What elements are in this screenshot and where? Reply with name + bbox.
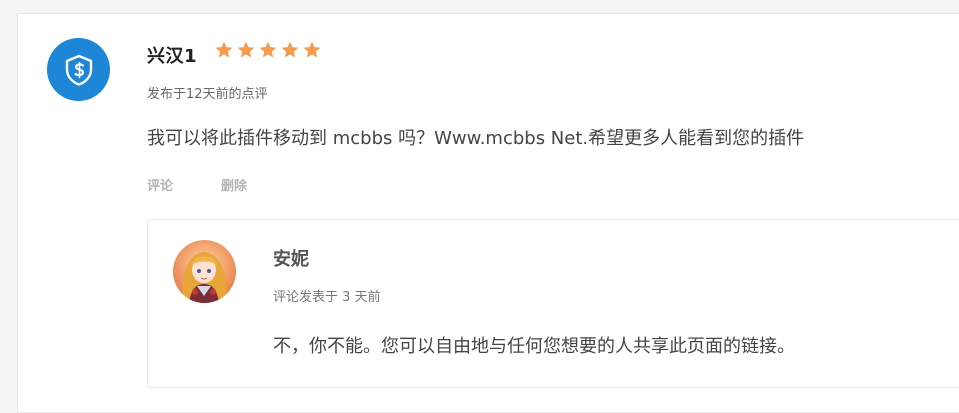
delete-button[interactable]: 删除: [221, 175, 247, 194]
review-author-name[interactable]: 兴汉1: [147, 42, 197, 68]
reply-text: 不，你不能。您可以自由地与任何您想要的人共享此页面的链接。: [273, 336, 795, 357]
reply-timestamp: 评论发表于 3 天前: [273, 290, 381, 305]
reply-author-name[interactable]: 安妮: [273, 245, 309, 271]
reply-avatar[interactable]: [173, 240, 236, 303]
shield-s-icon: [65, 54, 92, 86]
star-icon: [281, 41, 299, 58]
rating-stars: [214, 40, 322, 60]
review-text: 我可以将此插件移动到 mcbbs 吗？Www.mcbbs Net.希望更多人能看…: [147, 128, 805, 149]
star-icon: [215, 41, 233, 58]
reply-card: [147, 219, 959, 388]
review-timestamp: 发布于12天前的点评: [147, 87, 268, 102]
avatar[interactable]: [47, 38, 110, 101]
reply-button[interactable]: 评论: [147, 175, 173, 194]
star-icon: [303, 41, 321, 58]
anime-character-avatar: [173, 240, 236, 303]
star-icon: [259, 41, 277, 58]
star-icon: [237, 41, 255, 58]
